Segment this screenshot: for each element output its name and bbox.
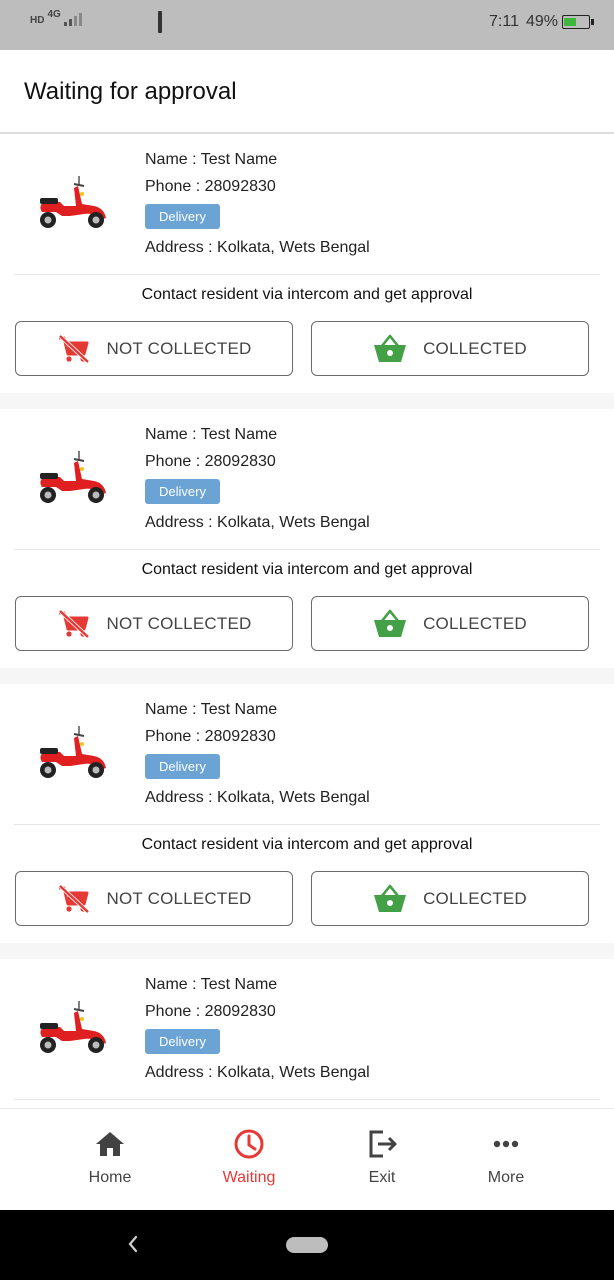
battery-percent: 49%	[525, 13, 558, 30]
visitor-phone: Phone : 28092830	[145, 728, 276, 745]
cart-off-icon	[58, 884, 89, 913]
visitor-name: Name : Test Name	[145, 701, 278, 718]
visitor-name: Name : Test Name	[145, 426, 278, 443]
approval-card: Name : Test Name Phone : 28092830 Delive…	[0, 959, 614, 1110]
contact-instruction: Contact resident via intercom and get ap…	[141, 561, 473, 578]
home-icon	[96, 1132, 124, 1156]
visitor-info: Name : Test Name Phone : 28092830 Delive…	[145, 975, 370, 1083]
type-badge: Delivery	[145, 754, 220, 779]
visitor-info: Name : Test Name Phone : 28092830 Delive…	[145, 150, 370, 258]
collected-label: COLLECTED	[423, 338, 527, 358]
notification-indicator	[158, 11, 162, 33]
status-right: 7:11 49%	[489, 13, 594, 31]
status-bar: HD 4G 7:11 49%	[0, 0, 614, 50]
cart-off-icon	[58, 334, 89, 363]
divider	[14, 274, 600, 275]
visitor-phone: Phone : 28092830	[145, 178, 276, 195]
exit-icon	[369, 1130, 397, 1158]
not-collected-button[interactable]: NOT COLLECTED	[15, 871, 293, 926]
not-collected-button[interactable]: NOT COLLECTED	[15, 321, 293, 376]
type-badge: Delivery	[145, 1029, 220, 1054]
nav-exit-label: Exit	[368, 1169, 396, 1186]
collected-button[interactable]: COLLECTED	[311, 596, 589, 651]
visitor-address: Address : Kolkata, Wets Bengal	[145, 1064, 370, 1081]
visitor-name: Name : Test Name	[145, 976, 278, 993]
divider	[14, 549, 600, 550]
home-gesture-pill[interactable]	[286, 1237, 328, 1253]
nav-exit[interactable]: Exit	[332, 1127, 432, 1187]
not-collected-label: NOT COLLECTED	[106, 338, 252, 358]
basket-icon	[374, 609, 407, 637]
nav-home[interactable]: Home	[60, 1127, 160, 1187]
approval-list[interactable]: Name : Test Name Phone : 28092830 Delive…	[0, 134, 614, 1110]
approval-card: Name : Test Name Phone : 28092830 Delive…	[0, 684, 614, 943]
bottom-navigation: Home Waiting Exit More	[0, 1108, 614, 1211]
clock-time: 7:11	[489, 13, 519, 30]
scooter-icon	[40, 726, 106, 778]
scooter-icon	[40, 451, 106, 503]
approval-card: Name : Test Name Phone : 28092830 Delive…	[0, 134, 614, 393]
type-badge: Delivery	[145, 204, 220, 229]
collected-button[interactable]: COLLECTED	[311, 321, 589, 376]
divider	[14, 824, 600, 825]
network-type: 4G	[47, 9, 61, 20]
divider	[14, 1099, 600, 1100]
app-header: Waiting for approval	[0, 50, 614, 134]
page-title: Waiting for approval	[24, 78, 237, 105]
visitor-phone: Phone : 28092830	[145, 1003, 276, 1020]
not-collected-button[interactable]: NOT COLLECTED	[15, 596, 293, 651]
basket-icon	[374, 884, 407, 912]
visitor-address: Address : Kolkata, Wets Bengal	[145, 514, 370, 531]
approval-card: Name : Test Name Phone : 28092830 Delive…	[0, 409, 614, 668]
visitor-address: Address : Kolkata, Wets Bengal	[145, 239, 370, 256]
nav-waiting-label: Waiting	[222, 1169, 276, 1186]
back-icon[interactable]	[126, 1234, 140, 1254]
nav-more[interactable]: More	[456, 1127, 556, 1187]
not-collected-label: NOT COLLECTED	[106, 613, 252, 633]
visitor-address: Address : Kolkata, Wets Bengal	[145, 789, 370, 806]
hd-label: HD	[30, 15, 45, 26]
nav-waiting[interactable]: Waiting	[199, 1127, 299, 1187]
scooter-icon	[40, 1001, 106, 1053]
collected-label: COLLECTED	[423, 888, 527, 908]
clock-icon	[234, 1129, 264, 1159]
visitor-info: Name : Test Name Phone : 28092830 Delive…	[145, 700, 370, 808]
signal-icon	[63, 12, 82, 26]
visitor-name: Name : Test Name	[145, 151, 278, 168]
network-indicator: HD 4G	[30, 9, 82, 26]
scooter-icon	[40, 176, 106, 228]
basket-icon	[374, 334, 407, 362]
not-collected-label: NOT COLLECTED	[106, 888, 252, 908]
nav-home-label: Home	[88, 1169, 132, 1186]
more-dots-icon	[493, 1140, 519, 1148]
nav-more-label: More	[487, 1169, 525, 1186]
battery-icon	[562, 15, 594, 29]
collected-label: COLLECTED	[423, 613, 527, 633]
type-badge: Delivery	[145, 479, 220, 504]
collected-button[interactable]: COLLECTED	[311, 871, 589, 926]
visitor-phone: Phone : 28092830	[145, 453, 276, 470]
visitor-info: Name : Test Name Phone : 28092830 Delive…	[145, 425, 370, 533]
contact-instruction: Contact resident via intercom and get ap…	[141, 836, 473, 853]
cart-off-icon	[58, 609, 89, 638]
contact-instruction: Contact resident via intercom and get ap…	[141, 286, 473, 303]
